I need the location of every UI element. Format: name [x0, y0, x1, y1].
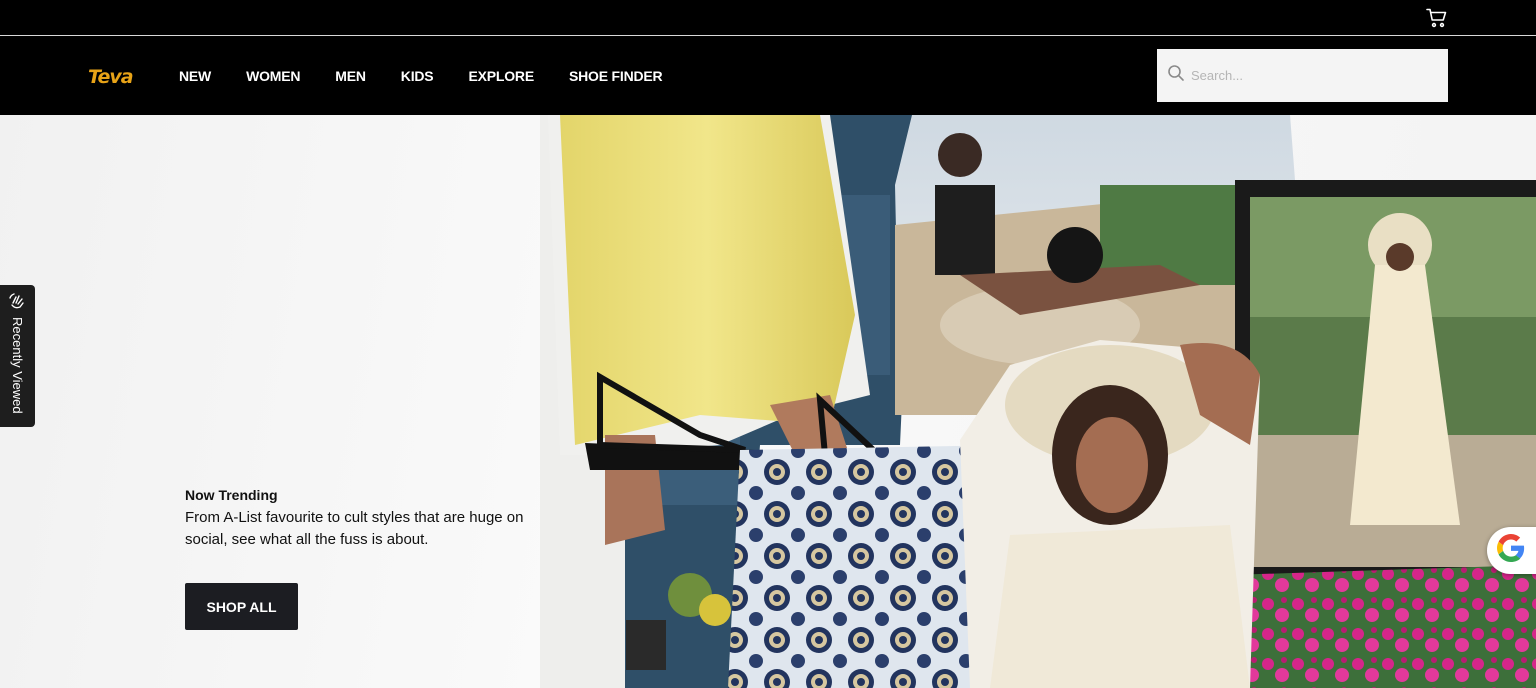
teva-logo[interactable]: Teva	[88, 66, 134, 88]
nav-item-kids[interactable]: KIDS	[401, 68, 434, 84]
search-input[interactable]	[1191, 68, 1431, 83]
nav-item-men[interactable]: MEN	[335, 68, 366, 84]
google-g-icon	[1497, 534, 1525, 567]
recently-viewed-tab[interactable]: Recently Viewed	[0, 285, 35, 427]
nav-item-explore[interactable]: EXPLORE	[468, 68, 534, 84]
nav-item-new[interactable]: NEW	[179, 68, 211, 84]
shop-all-button[interactable]: SHOP ALL	[185, 583, 298, 630]
top-utility-bar	[0, 0, 1536, 36]
hero-banner: Recently Viewed Now Trending From A-List…	[0, 115, 1536, 688]
hero-copy: Now Trending From A-List favourite to cu…	[185, 487, 565, 551]
shopping-cart-icon[interactable]	[1426, 8, 1448, 28]
hero-heading: Now Trending	[185, 487, 278, 503]
search-box[interactable]	[1157, 49, 1448, 102]
nav-item-women[interactable]: WOMEN	[246, 68, 300, 84]
hand-wave-icon	[9, 293, 26, 310]
google-widget-button[interactable]	[1487, 527, 1536, 574]
search-icon	[1167, 64, 1191, 87]
nav-item-shoe-finder[interactable]: SHOE FINDER	[569, 68, 663, 84]
main-nav: NEW WOMEN MEN KIDS EXPLORE SHOE FINDER	[179, 68, 697, 84]
recently-viewed-label: Recently Viewed	[10, 317, 25, 414]
main-header: Teva NEW WOMEN MEN KIDS EXPLORE SHOE FIN…	[0, 37, 1536, 115]
hero-body-text: From A-List favourite to cult styles tha…	[185, 509, 524, 548]
